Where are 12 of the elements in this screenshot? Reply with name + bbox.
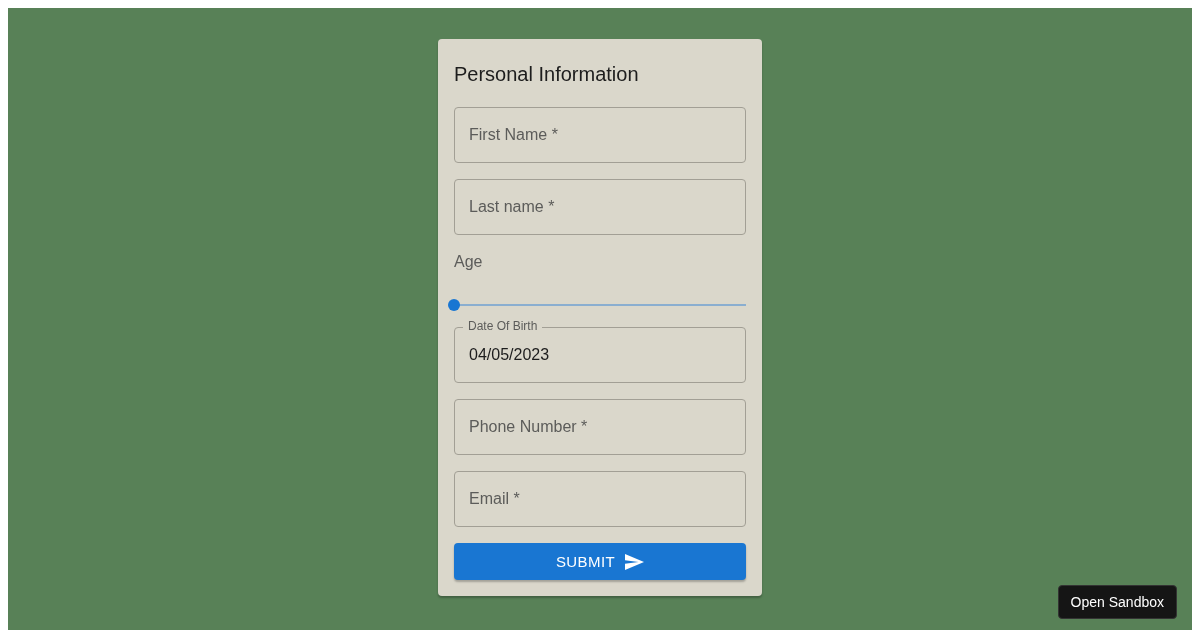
send-icon	[625, 553, 645, 570]
slider-thumb[interactable]	[448, 299, 460, 311]
submit-button[interactable]: SUBMIT	[454, 543, 746, 580]
field-label: Age	[454, 253, 484, 271]
form-title: Personal Information	[454, 62, 640, 87]
text-field[interactable]: First Name *	[454, 107, 746, 163]
field-label: Date Of Birth	[463, 320, 543, 332]
text-field[interactable]: Phone Number *	[454, 399, 746, 455]
text-field[interactable]: Last name *	[454, 179, 746, 235]
age-slider[interactable]	[448, 299, 746, 311]
open-sandbox-button[interactable]: Open Sandbox	[1057, 585, 1177, 619]
text-field[interactable]: Email *	[454, 471, 746, 527]
